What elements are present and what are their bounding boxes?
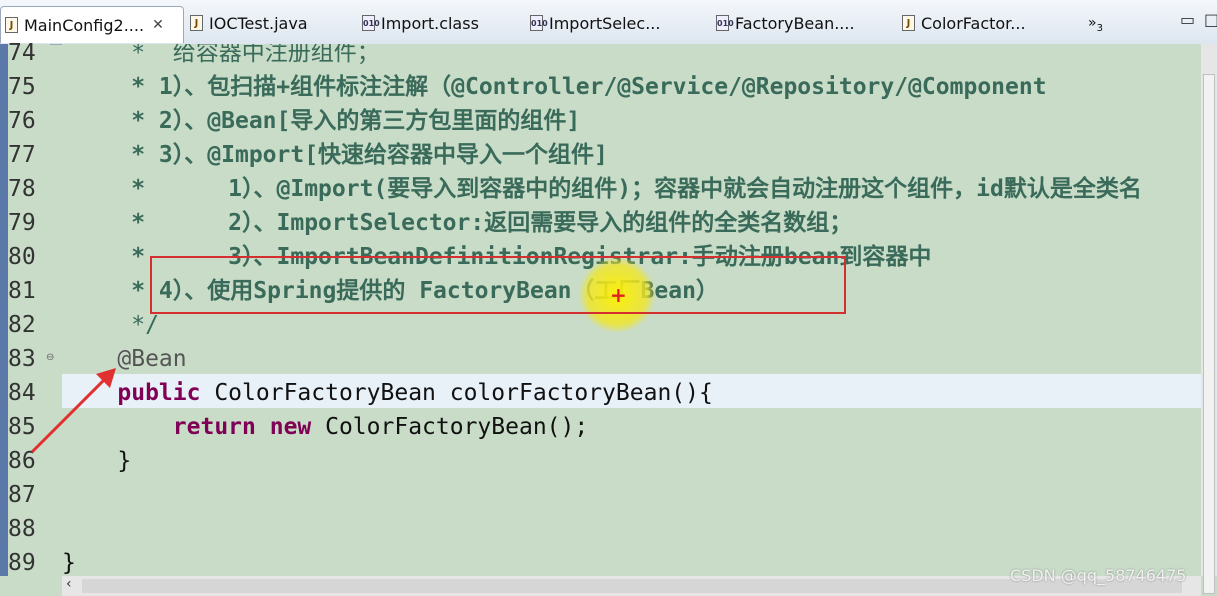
- annotation-highlight-box: [150, 256, 846, 314]
- tab-label: IOCTest.java: [209, 13, 308, 33]
- line-number: 88: [8, 516, 36, 542]
- tab-importselector[interactable]: 010 ImportSelec...: [530, 8, 660, 38]
- code-line-76: * 2）、@Bean[导入的第三方包里面的组件]: [62, 108, 581, 134]
- code-line-85: return new ColorFactoryBean();: [62, 410, 588, 444]
- line-number: 74: [8, 40, 36, 66]
- code-line-75: * 1）、包扫描+组件标注注解（@Controller/@Service/@Re…: [62, 74, 1047, 100]
- class-file-icon: 010: [716, 15, 734, 31]
- code-line-78: * 1）、@Import(要导入到容器中的组件)；容器中就会自动注册这个组件，i…: [62, 176, 1142, 202]
- line-number: 75: [8, 74, 36, 100]
- close-tab-icon[interactable]: ✕: [152, 17, 164, 33]
- tab-import-class[interactable]: 010 Import.class: [362, 8, 479, 38]
- line-number: 76: [8, 108, 36, 134]
- fold-toggle-icon[interactable]: ⊖: [46, 352, 54, 363]
- line-number-gutter: 74 75 76 77 78 79 80 81 82 83 ⊖ 84 85 86…: [0, 40, 54, 576]
- line-number: 79: [8, 210, 36, 236]
- maximize-icon[interactable]: □: [1204, 10, 1217, 29]
- annotation-arrow-icon: [30, 368, 116, 454]
- keyword-new: new: [255, 414, 312, 440]
- tab-overflow-button[interactable]: » 3: [1088, 8, 1103, 38]
- vertical-scroll-thumb[interactable]: [1203, 74, 1215, 594]
- tab-label: ColorFactor...: [921, 13, 1026, 33]
- line-number: 77: [8, 142, 36, 168]
- gutter-marker-bar: [0, 44, 8, 576]
- class-file-icon: 010: [530, 15, 548, 31]
- tab-label: Import.class: [381, 13, 479, 33]
- code-line-74: * 给容器中注册组件；: [62, 44, 380, 66]
- code-line-89: }: [62, 550, 76, 576]
- java-file-icon: J: [5, 17, 18, 33]
- java-file-icon: J: [190, 15, 203, 31]
- editor-tab-bar: J MainConfig2.... ✕ J IOCTest.java 010 I…: [0, 0, 1217, 45]
- line-number: 80: [8, 244, 36, 270]
- tab-label: ImportSelec...: [549, 13, 661, 33]
- overflow-chevron-icon: »: [1088, 15, 1097, 31]
- class-file-icon: 010: [362, 15, 380, 31]
- line-number: 82: [8, 312, 36, 338]
- java-file-icon: J: [902, 15, 915, 31]
- tab-ioctest[interactable]: J IOCTest.java: [190, 8, 308, 38]
- line-number: 81: [8, 278, 36, 304]
- code-line-79: * 2）、ImportSelector:返回需要导入的组件的全类名数组；: [62, 210, 853, 236]
- scroll-left-icon[interactable]: ‹: [66, 576, 72, 592]
- code-line-84: public ColorFactoryBean colorFactoryBean…: [62, 376, 713, 410]
- line-number: 87: [8, 482, 36, 508]
- watermark: CSDN @qq_58746475: [1010, 566, 1187, 585]
- tab-colorfactorybean[interactable]: J ColorFactor...: [902, 8, 1026, 38]
- minimize-icon[interactable]: ▭: [1180, 10, 1195, 29]
- tab-label: FactoryBean....: [735, 13, 855, 33]
- line-number: 89: [8, 550, 36, 576]
- tab-factorybean[interactable]: 010 FactoryBean....: [716, 8, 855, 38]
- code-text: ColorFactoryBean();: [311, 414, 589, 440]
- line-number: 78: [8, 176, 36, 202]
- code-text: ColorFactoryBean colorFactoryBean(){: [200, 380, 713, 406]
- tab-label: MainConfig2....: [24, 15, 145, 35]
- overflow-count: 3: [1096, 22, 1103, 34]
- vertical-scrollbar[interactable]: [1201, 44, 1217, 594]
- code-line-82: */: [62, 312, 159, 338]
- code-line-77: * 3）、@Import[快速给容器中导入一个组件]: [62, 142, 608, 168]
